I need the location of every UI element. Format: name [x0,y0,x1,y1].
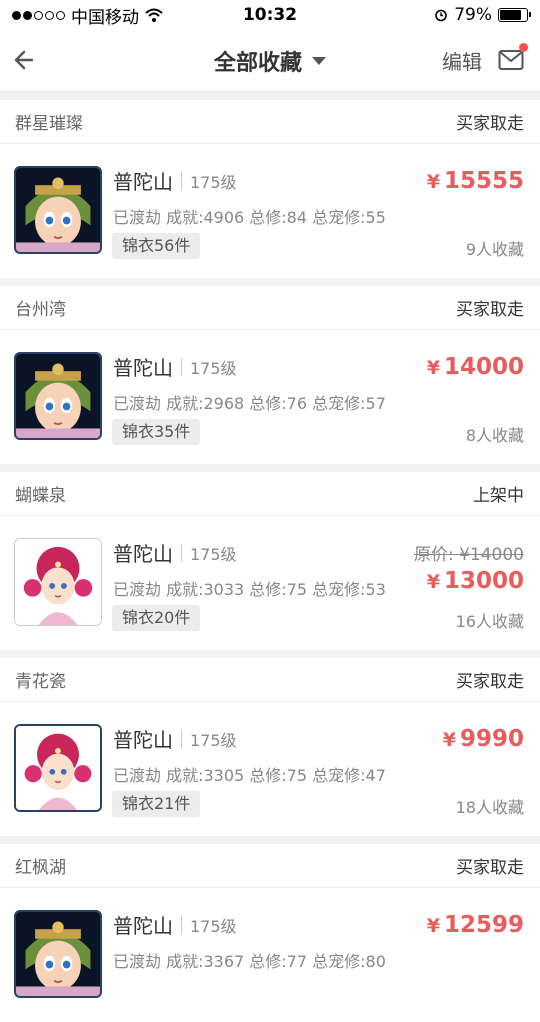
item-title-row: 普陀山 175级 [113,910,237,939]
currency-symbol: ¥ [426,357,440,379]
item-title-row: 普陀山 175级 [113,352,237,381]
server-name: 群星璀璨 [15,114,83,134]
divider [181,729,182,748]
favorite-count: 9人收藏 [465,240,524,259]
currency-symbol: ¥ [426,915,440,937]
item-body: 普陀山 175级 已渡劫 成就:4906 总修:84 总宠修:55 锦衣56件 … [0,144,540,278]
currency-symbol: ¥ [442,729,456,751]
item-title-row: 普陀山 175级 [113,166,237,195]
item-body: 普陀山 175级 已渡劫 成就:3033 总修:75 总宠修:53 锦衣20件 … [0,516,540,650]
level-label: 175级 [190,916,237,936]
item-body: 普陀山 175级 已渡劫 成就:2968 总修:76 总宠修:57 锦衣35件 … [0,330,540,464]
item-body: 普陀山 175级 已渡劫 成就:3367 总修:77 总宠修:80 ¥12599 [0,888,540,1022]
school-name: 普陀山 [113,170,173,194]
item-header: 青花瓷 买家取走 [0,658,540,702]
original-price: 原价: ¥14000 [413,545,524,565]
chevron-down-icon [312,56,326,65]
outfit-tag: 锦衣56件 [112,233,201,259]
school-name: 普陀山 [113,542,173,566]
item-header: 群星璀璨 买家取走 [0,100,540,144]
divider [181,357,182,376]
outfit-tag: 锦衣20件 [112,605,201,631]
price-value: 9990 [459,726,524,752]
favorites-list: 群星璀璨 买家取走 普陀山 175级 已渡劫 成就:4906 总修:84 总宠修… [0,92,540,1022]
item-body: 普陀山 175级 已渡劫 成就:3305 总修:75 总宠修:47 锦衣21件 … [0,702,540,836]
level-label: 175级 [190,544,237,564]
carrier-label: 中国移动 [71,7,139,28]
price: ¥9990 [443,726,524,752]
favorite-item[interactable]: 红枫湖 买家取走 普陀山 175级 已渡劫 成就:3367 总修:77 总宠修:… [0,844,540,1022]
price-value: 13000 [443,568,524,594]
divider [181,171,182,190]
item-stats: 已渡劫 成就:3305 总修:75 总宠修:47 [113,766,386,785]
server-name: 台州湾 [15,300,66,320]
favorite-count: 8人收藏 [465,426,524,445]
item-status: 买家取走 [456,300,524,320]
price: ¥14000 [427,354,524,380]
currency-symbol: ¥ [426,171,440,193]
edit-button[interactable]: 编辑 [442,46,482,75]
item-status: 上架中 [473,486,524,506]
favorite-item[interactable]: 蝴蝶泉 上架中 普陀山 175级 已渡劫 成就:3033 总修:75 总宠修:5… [0,472,540,650]
character-avatar [14,166,102,254]
character-avatar [14,352,102,440]
outfit-tag: 锦衣35件 [112,419,201,445]
status-bar-right: 79% [434,5,531,25]
clock: 10:32 [242,5,298,25]
school-name: 普陀山 [113,914,173,938]
item-title-row: 普陀山 175级 [113,724,237,753]
divider [181,543,182,562]
favorite-item[interactable]: 青花瓷 买家取走 普陀山 175级 已渡劫 成就:3305 总修:75 总宠修:… [0,658,540,836]
favorite-count: 18人收藏 [455,798,524,817]
nav-bar: 全部收藏 编辑 [0,30,540,92]
item-header: 蝴蝶泉 上架中 [0,472,540,516]
item-stats: 已渡劫 成就:3033 总修:75 总宠修:53 [113,580,386,599]
status-bar: 中国移动 10:32 79% [0,0,540,30]
price-value: 14000 [443,354,524,380]
item-status: 买家取走 [456,672,524,692]
server-name: 青花瓷 [15,672,66,692]
back-arrow-icon[interactable] [12,45,38,75]
status-bar-left: 中国移动 [12,3,163,28]
price-value: 12599 [443,912,524,938]
school-name: 普陀山 [113,356,173,380]
server-name: 蝴蝶泉 [15,486,66,506]
item-stats: 已渡劫 成就:4906 总修:84 总宠修:55 [113,208,386,227]
signal-icon [12,10,65,20]
level-label: 175级 [190,358,237,378]
alarm-icon [435,9,448,22]
school-name: 普陀山 [113,728,173,752]
character-avatar [14,538,102,626]
currency-symbol: ¥ [426,571,440,593]
level-label: 175级 [190,730,237,750]
battery-icon [498,8,531,22]
wifi-icon [145,8,163,22]
outfit-tag: 锦衣21件 [112,791,201,817]
price: ¥15555 [427,168,524,194]
item-stats: 已渡劫 成就:2968 总修:76 总宠修:57 [113,394,386,413]
favorite-count: 16人收藏 [455,612,524,631]
item-header: 台州湾 买家取走 [0,286,540,330]
server-name: 红枫湖 [15,858,66,878]
favorite-item[interactable]: 群星璀璨 买家取走 普陀山 175级 已渡劫 成就:4906 总修:84 总宠修… [0,100,540,278]
battery-percent: 79% [454,5,492,25]
character-avatar [14,910,102,998]
price: ¥12599 [427,912,524,938]
item-status: 买家取走 [456,114,524,134]
character-avatar [14,724,102,812]
message-button[interactable] [498,43,528,73]
notification-dot [519,43,528,52]
item-stats: 已渡劫 成就:3367 总修:77 总宠修:80 [113,952,386,971]
favorite-item[interactable]: 台州湾 买家取走 普陀山 175级 已渡劫 成就:2968 总修:76 总宠修:… [0,286,540,464]
item-status: 买家取走 [456,858,524,878]
divider [181,915,182,934]
collection-filter-dropdown[interactable]: 全部收藏 [214,45,326,77]
price-value: 15555 [443,168,524,194]
price: ¥13000 [427,568,524,594]
item-title-row: 普陀山 175级 [113,538,237,567]
item-header: 红枫湖 买家取走 [0,844,540,888]
page-title: 全部收藏 [213,50,302,76]
level-label: 175级 [190,172,237,192]
